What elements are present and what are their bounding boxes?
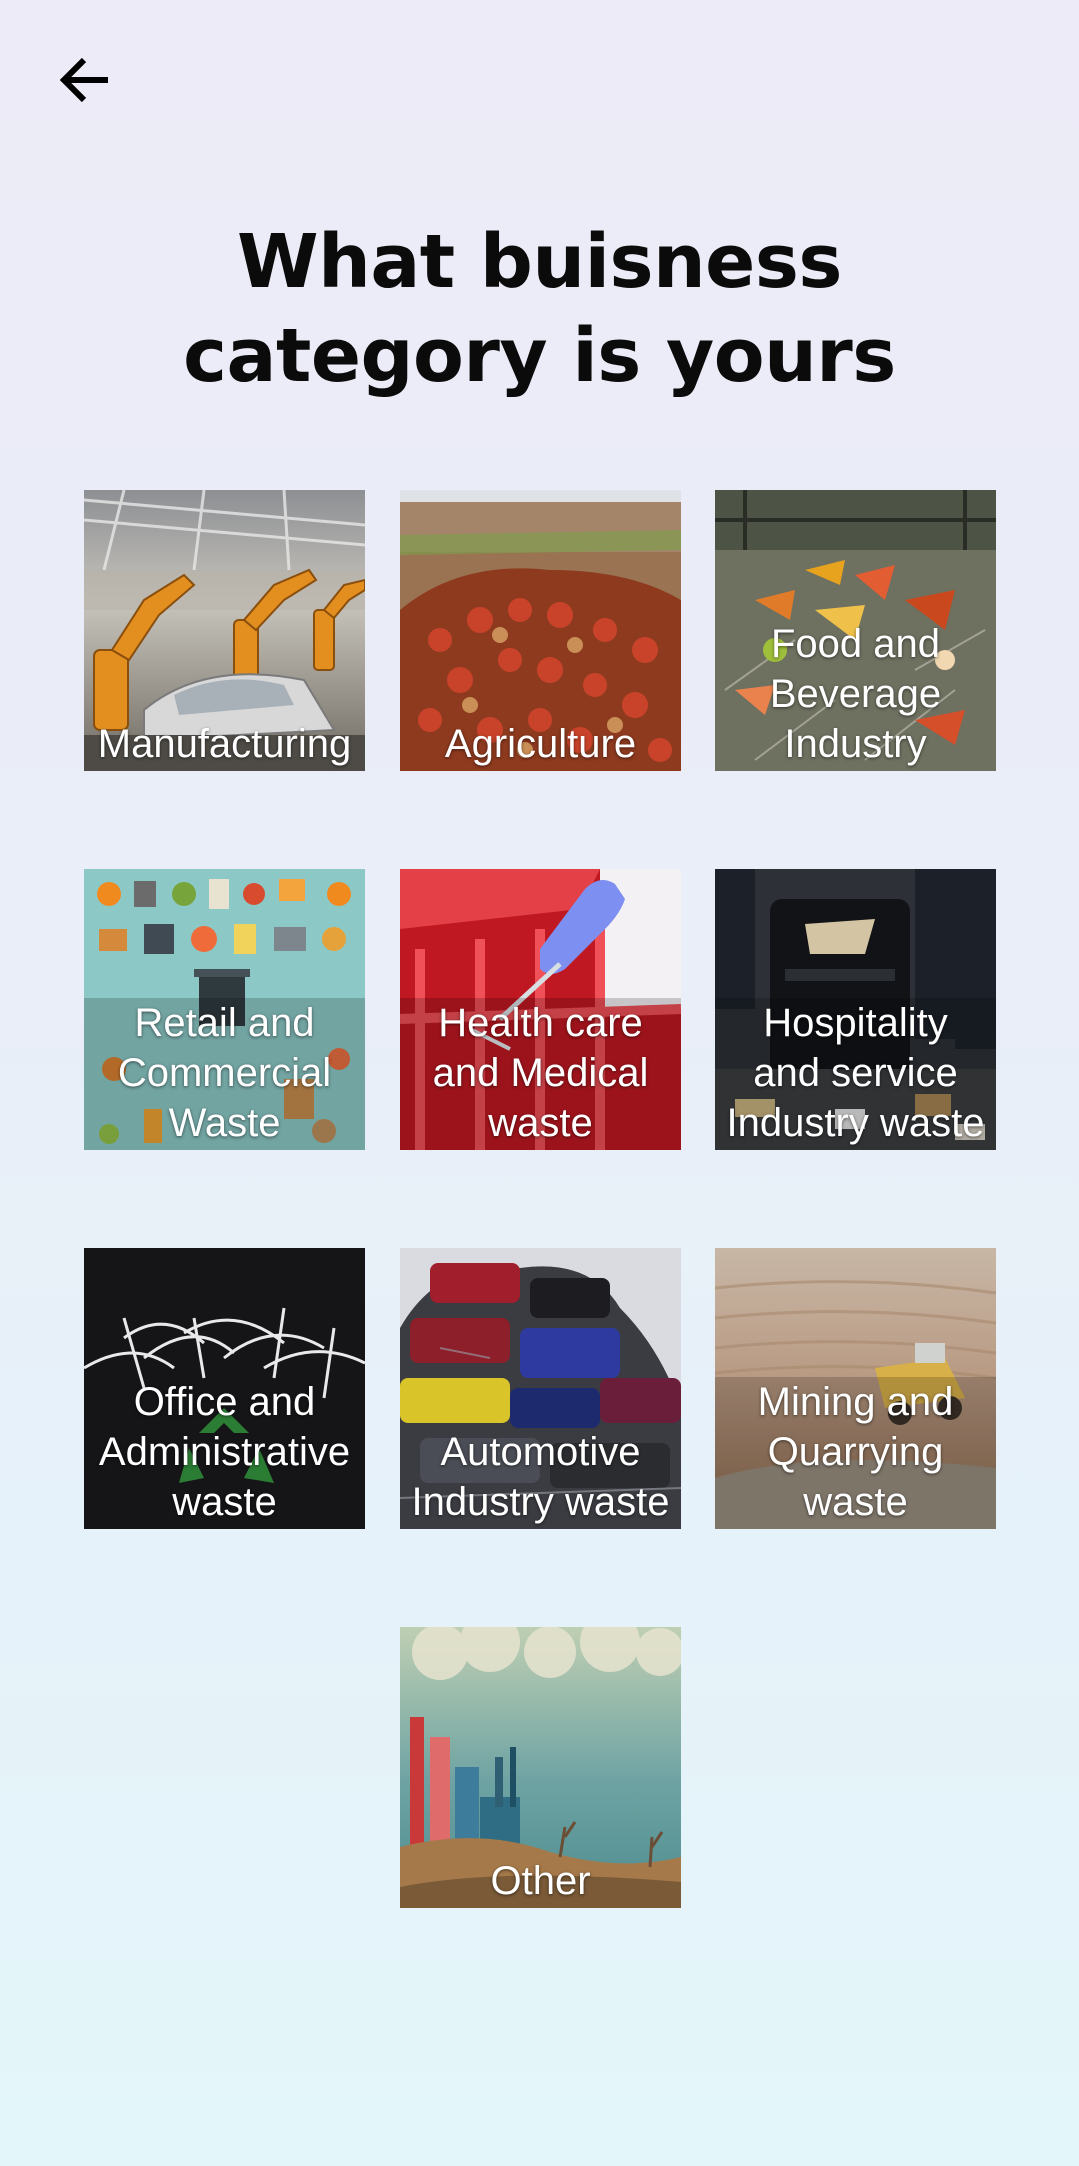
category-label: Retail and Commercial Waste [84, 998, 365, 1150]
category-label: Agriculture [444, 722, 637, 766]
category-tile-automotive[interactable]: Automotive Industry waste [400, 1248, 681, 1529]
category-tile-health-care[interactable]: Health care and Medical waste [400, 869, 681, 1150]
category-label: Manufacturing [97, 722, 352, 766]
category-tile-food-beverage[interactable]: Food and Beverage Industry [715, 490, 996, 771]
back-button[interactable] [44, 40, 124, 120]
arrow-left-icon [59, 57, 108, 103]
category-label: Food and Beverage Industry [769, 622, 942, 766]
category-tile-hospitality[interactable]: Hospitality and service Industry waste [715, 869, 996, 1150]
category-label: Mining and Quarrying waste [715, 1377, 996, 1529]
category-tile-other[interactable]: Other [400, 1627, 681, 1908]
page-title: What buisness category is yours [183, 219, 896, 399]
category-tile-office[interactable]: Office and Administrative waste [84, 1248, 365, 1529]
category-tile-manufacturing[interactable]: Manufacturing [84, 490, 365, 771]
category-tile-retail[interactable]: Retail and Commercial Waste [84, 869, 365, 1150]
category-tile-mining[interactable]: Mining and Quarrying waste [715, 1248, 996, 1529]
category-label: Health care and Medical waste [400, 998, 681, 1150]
category-label: Automotive Industry waste [411, 1430, 670, 1524]
category-label: Office and Administrative waste [98, 1380, 351, 1524]
category-label: Other [490, 1859, 591, 1903]
category-label: Hospitality and service Industry waste [715, 998, 996, 1150]
category-tile-agriculture[interactable]: Agriculture [400, 490, 681, 771]
